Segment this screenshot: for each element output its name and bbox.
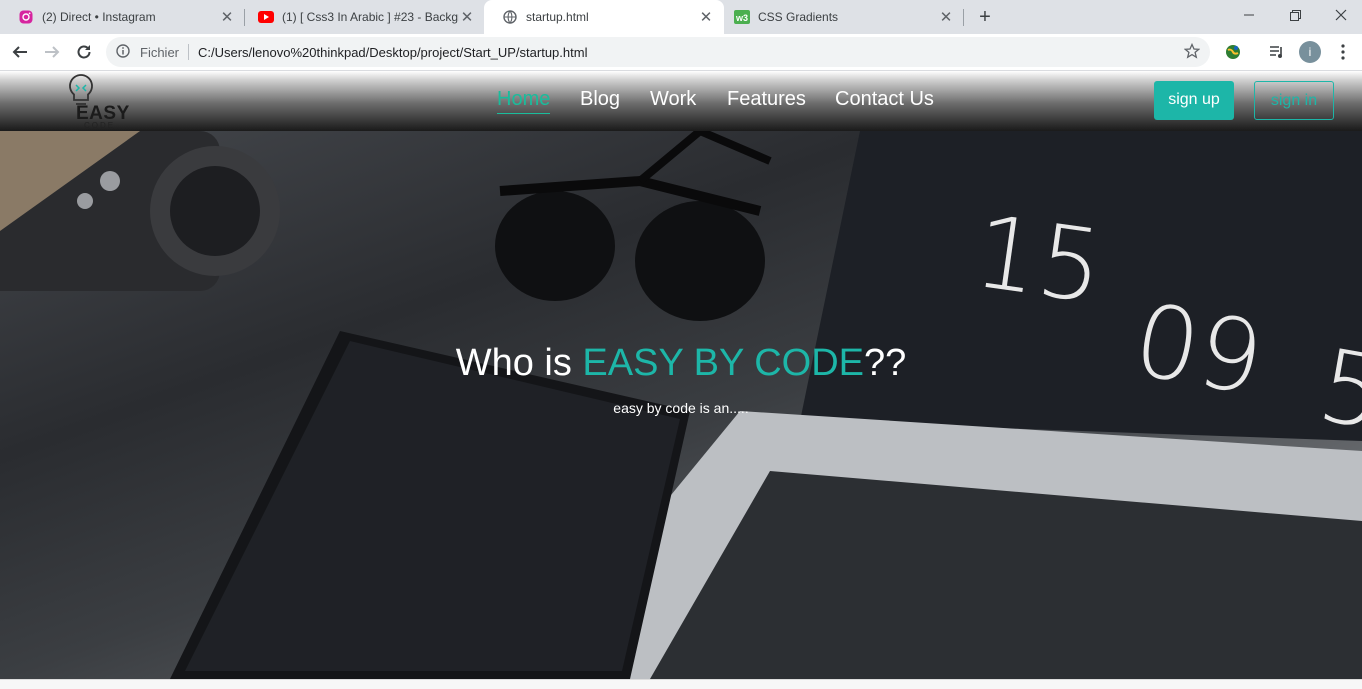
- forward-arrow-icon[interactable]: [40, 40, 64, 64]
- tab-title: startup.html: [526, 10, 589, 24]
- logo-subtext: CODE: [84, 121, 116, 130]
- youtube-icon: [258, 9, 274, 25]
- tab-instagram[interactable]: (2) Direct • Instagram ✕: [0, 0, 245, 34]
- globe-icon: [502, 9, 518, 25]
- back-arrow-icon[interactable]: [8, 40, 32, 64]
- close-tab-icon[interactable]: ✕: [938, 8, 954, 26]
- site-logo[interactable]: EASY CODE: [66, 73, 136, 130]
- nav-work[interactable]: Work: [650, 88, 696, 111]
- close-tab-icon[interactable]: ✕: [698, 8, 714, 26]
- tab-title: CSS Gradients: [758, 10, 839, 24]
- new-tab-plus-icon[interactable]: +: [975, 4, 995, 30]
- address-url[interactable]: C:/Users/lenovo%20thinkpad/Desktop/proje…: [198, 45, 587, 60]
- minimize-icon[interactable]: [1226, 0, 1272, 30]
- nav-contact-us[interactable]: Contact Us: [835, 88, 934, 111]
- instagram-icon: [18, 9, 34, 25]
- hero-title-suffix: ??: [864, 342, 907, 384]
- hero-title-brand: EASY BY CODE: [582, 342, 865, 384]
- extension-globe-icon[interactable]: [1221, 40, 1245, 64]
- close-tab-icon[interactable]: ✕: [219, 8, 235, 26]
- hero-title: Who is EASY BY CODE??: [0, 342, 1362, 385]
- bookmark-star-icon[interactable]: [1183, 42, 1201, 64]
- nav-features[interactable]: Features: [727, 88, 806, 111]
- w3schools-icon: w3: [734, 9, 750, 25]
- info-icon[interactable]: [116, 44, 130, 63]
- page-viewport: 15 09 5 EASY CODE Home Blog Work Feature…: [0, 71, 1362, 679]
- tab-title: (1) [ Css3 In Arabic ] #23 - Backgr: [282, 10, 459, 24]
- sign-in-button[interactable]: sign in: [1254, 81, 1334, 120]
- menu-kebab-icon[interactable]: [1331, 40, 1355, 64]
- browser-toolbar: Fichier C:/Users/lenovo%20thinkpad/Deskt…: [0, 34, 1362, 71]
- nav-home[interactable]: Home: [497, 88, 551, 114]
- sign-up-button[interactable]: sign up: [1154, 81, 1234, 120]
- tab-title: (2) Direct • Instagram: [42, 10, 156, 24]
- nav-blog[interactable]: Blog: [580, 88, 620, 111]
- hero-title-prefix: Who is: [455, 342, 583, 384]
- address-scheme-label: Fichier: [140, 45, 180, 60]
- hero-subtitle: easy by code is an.....: [613, 400, 749, 416]
- address-bar[interactable]: Fichier C:/Users/lenovo%20thinkpad/Deskt…: [106, 37, 1210, 67]
- profile-avatar[interactable]: i: [1299, 41, 1321, 63]
- close-window-icon[interactable]: [1318, 0, 1362, 30]
- tab-css-gradients[interactable]: w3 CSS Gradients ✕: [716, 0, 964, 34]
- tab-startup[interactable]: startup.html ✕: [484, 0, 724, 34]
- tab-youtube[interactable]: (1) [ Css3 In Arabic ] #23 - Backgr ✕: [240, 0, 485, 34]
- site-navbar: EASY CODE Home Blog Work Features Contac…: [0, 71, 1362, 131]
- reload-icon[interactable]: [72, 40, 96, 64]
- clock-hours: 15: [967, 192, 1110, 327]
- restore-icon[interactable]: [1272, 0, 1318, 30]
- media-queue-icon[interactable]: [1265, 40, 1289, 64]
- tab-strip: (2) Direct • Instagram ✕ (1) [ Css3 In A…: [0, 0, 1362, 34]
- close-tab-icon[interactable]: ✕: [459, 8, 475, 26]
- svg-text:w3: w3: [735, 13, 748, 23]
